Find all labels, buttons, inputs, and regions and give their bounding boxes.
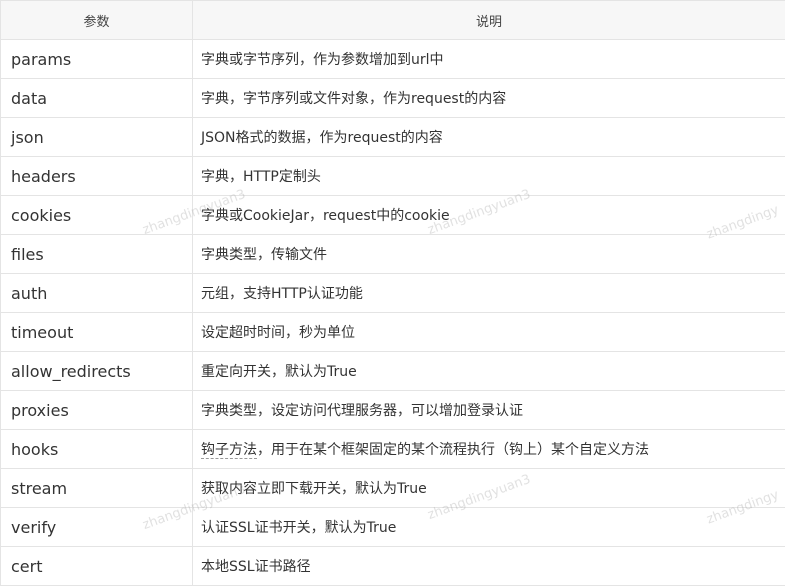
param-description: 字典，HTTP定制头 [193,157,785,196]
param-name: params [1,40,193,79]
param-name: cookies [1,196,193,235]
param-name: cert [1,547,193,586]
param-name: files [1,235,193,274]
table-row: files 字典类型，传输文件 [1,235,785,274]
param-description-rest: ，用于在某个框架固定的某个流程执行（钩上）某个自定义方法 [257,442,649,458]
table-row: json JSON格式的数据，作为request的内容 [1,118,785,157]
param-name: verify [1,508,193,547]
param-name: json [1,118,193,157]
table-row: params 字典或字节序列，作为参数增加到url中 [1,40,785,79]
table-row: timeout 设定超时时间，秒为单位 [1,313,785,352]
table-row: data 字典，字节序列或文件对象，作为request的内容 [1,79,785,118]
param-description: 字典或CookieJar，request中的cookie [193,196,785,235]
column-header-description: 说明 [193,1,785,40]
param-description: 设定超时时间，秒为单位 [193,313,785,352]
table-row: hooks 钩子方法，用于在某个框架固定的某个流程执行（钩上）某个自定义方法 [1,430,785,469]
param-name: data [1,79,193,118]
param-name: stream [1,469,193,508]
param-description: 字典，字节序列或文件对象，作为request的内容 [193,79,785,118]
param-description: 认证SSL证书开关，默认为True [193,508,785,547]
table-row: cert 本地SSL证书路径 [1,547,785,586]
table-row: auth 元组，支持HTTP认证功能 [1,274,785,313]
param-name: auth [1,274,193,313]
table-row: verify 认证SSL证书开关，默认为True [1,508,785,547]
param-description: 钩子方法，用于在某个框架固定的某个流程执行（钩上）某个自定义方法 [193,430,785,469]
param-name: timeout [1,313,193,352]
param-name: allow_redirects [1,352,193,391]
comment-highlight[interactable]: 钩子方法 [201,442,257,459]
param-description: 字典类型，设定访问代理服务器，可以增加登录认证 [193,391,785,430]
table-row: stream 获取内容立即下载开关，默认为True [1,469,785,508]
param-description: 获取内容立即下载开关，默认为True [193,469,785,508]
param-name: headers [1,157,193,196]
table-row: cookies 字典或CookieJar，request中的cookie [1,196,785,235]
param-description: 重定向开关，默认为True [193,352,785,391]
table-header-row: 参数 说明 [1,1,785,40]
param-description: 元组，支持HTTP认证功能 [193,274,785,313]
params-table: 参数 说明 params 字典或字节序列，作为参数增加到url中 data 字典… [0,0,785,586]
param-description: JSON格式的数据，作为request的内容 [193,118,785,157]
table-row: headers 字典，HTTP定制头 [1,157,785,196]
param-name: proxies [1,391,193,430]
param-description: 本地SSL证书路径 [193,547,785,586]
param-description: 字典或字节序列，作为参数增加到url中 [193,40,785,79]
table-row: proxies 字典类型，设定访问代理服务器，可以增加登录认证 [1,391,785,430]
table-row: allow_redirects 重定向开关，默认为True [1,352,785,391]
column-header-param: 参数 [1,1,193,40]
param-description: 字典类型，传输文件 [193,235,785,274]
param-name: hooks [1,430,193,469]
